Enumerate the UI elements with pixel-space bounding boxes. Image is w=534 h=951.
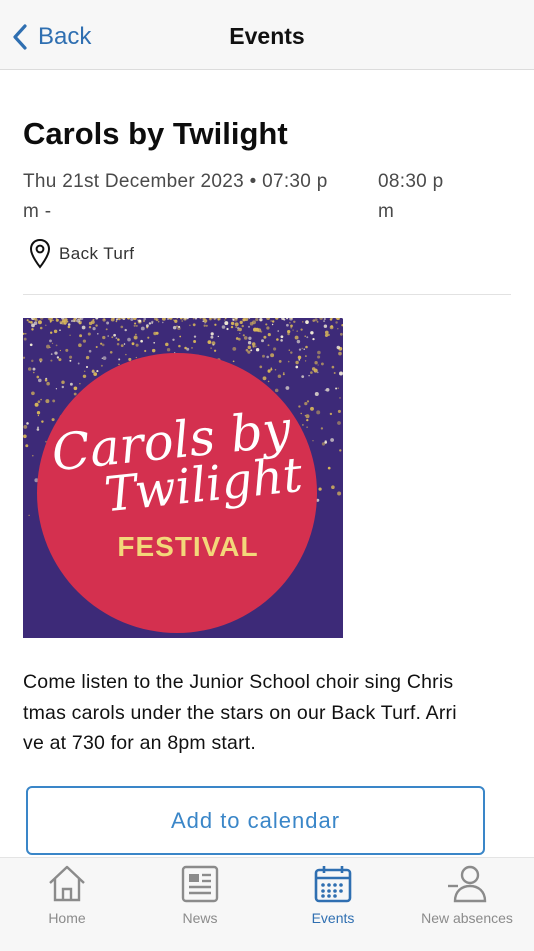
tab-new-absences[interactable]: New absences: [400, 862, 534, 926]
description-line: Come listen to the Junior School choir s…: [23, 671, 454, 693]
tab-bar: Home News Events New absences: [0, 857, 534, 951]
event-start-time: Thu 21st December 2023 • 07:30 p m -: [23, 167, 328, 227]
description-line: tmas carols under the stars on our Back …: [23, 701, 457, 724]
news-icon: [181, 865, 219, 903]
navigation-bar: Back Events: [0, 0, 534, 70]
tab-events[interactable]: Events: [266, 862, 400, 926]
event-end-line2: m: [378, 201, 395, 222]
event-description: Come listen to the Junior School choir s…: [23, 667, 511, 759]
person-minus-icon: [448, 865, 487, 903]
event-end-time: 08:30 p m: [378, 167, 444, 227]
tab-events-label: Events: [311, 910, 355, 926]
event-start-line1: Thu 21st December 2023 • 07:30 p: [23, 171, 328, 192]
event-start-line2: m -: [23, 201, 52, 222]
tab-news-label: News: [182, 910, 218, 926]
location-label: Back Turf: [59, 244, 135, 263]
page-title: Events: [229, 23, 305, 49]
tab-new-absences-label: New absences: [421, 910, 513, 926]
add-to-calendar-button[interactable]: Add to calendar: [26, 786, 485, 855]
tab-home-label: Home: [48, 910, 86, 926]
description-line: ve at 730 for an 8pm start.: [23, 732, 257, 754]
home-icon: [49, 865, 85, 902]
event-title: Carols by Twilight: [23, 116, 288, 151]
event-end-line1: 08:30 p: [378, 171, 444, 192]
event-poster-image: Carols by Twilight FESTIVAL: [23, 318, 343, 638]
tab-news[interactable]: News: [133, 862, 267, 926]
calendar-icon: [314, 866, 352, 903]
event-location: Back Turf: [29, 238, 134, 270]
location-pin-icon: [29, 238, 51, 269]
tab-home[interactable]: Home: [0, 862, 134, 926]
poster-line3: FESTIVAL: [117, 531, 258, 562]
divider: [23, 294, 511, 295]
